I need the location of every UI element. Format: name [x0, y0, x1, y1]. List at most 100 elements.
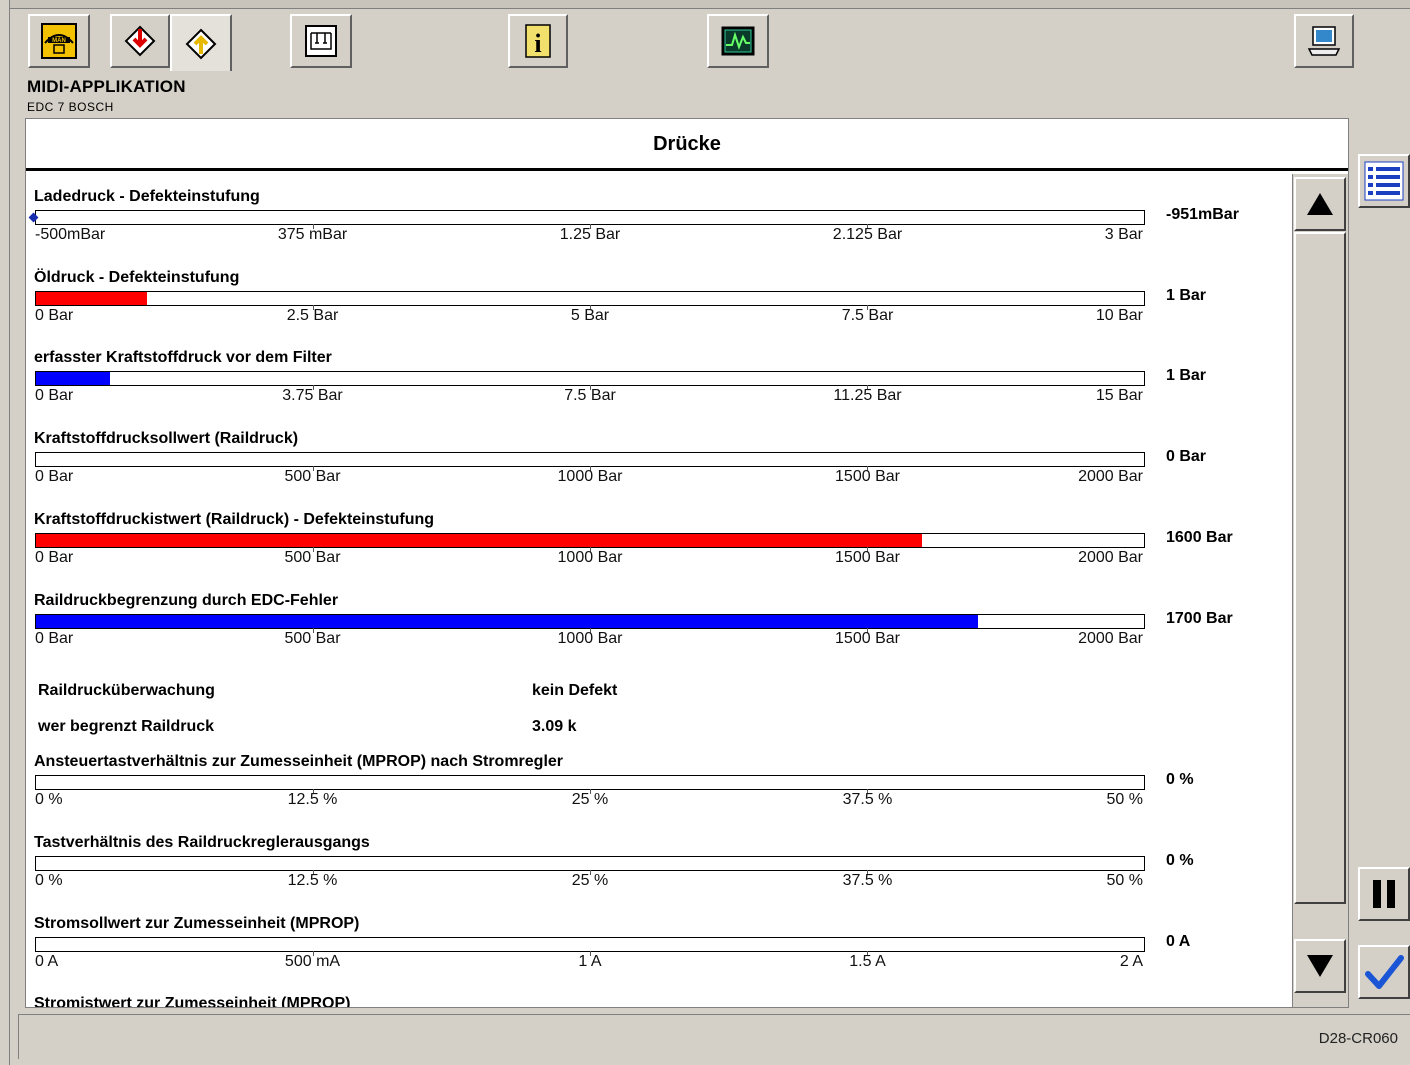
- tick-label: 50 %: [1106, 791, 1143, 809]
- tick-labels: 0 Bar 3.75 Bar 7.5 Bar 11.25 Bar 15 Bar: [35, 387, 1145, 407]
- tick-labels: 0 Bar 500 Bar 1000 Bar 1500 Bar 2000 Bar: [35, 468, 1145, 488]
- tick-label: 1 A: [578, 952, 602, 970]
- laptop-icon: [1306, 23, 1342, 59]
- measurement-bar-fill: [36, 614, 978, 628]
- toolbar-diagram-button[interactable]: [290, 14, 352, 68]
- measurement-value: 1700 Bar: [1166, 609, 1233, 627]
- tick-label: 1500 Bar: [835, 629, 900, 647]
- measurement-label: Kraftstoffdrucksollwert (Raildruck): [34, 430, 299, 448]
- measurement-bar: [35, 452, 1145, 472]
- tick-label: 37.5 %: [842, 871, 893, 889]
- scroll-thumb[interactable]: [1294, 232, 1346, 904]
- measurement-label: Kraftstoffdruckistwert (Raildruck) - Def…: [34, 510, 435, 528]
- toolbar-upload-button[interactable]: [170, 14, 232, 71]
- tick-label: 500 Bar: [284, 468, 341, 486]
- measurement-label: erfasster Kraftstoffdruck vor dem Filter: [34, 349, 332, 367]
- toolbar-home-button[interactable]: MAN: [28, 14, 90, 68]
- measurement-list[interactable]: Ladedruck - Defekteinstufung -500mBar 375 …: [26, 174, 1291, 1007]
- tick-label: 2000 Bar: [1078, 629, 1143, 647]
- measurement-value: 1600 Bar: [1166, 528, 1233, 546]
- wiring-diagram-icon: [303, 23, 339, 59]
- tick-label: 0 Bar: [35, 387, 74, 405]
- measurement-label: Ansteuertastverhältnis zur Zumesseinheit…: [34, 753, 564, 771]
- tick-label: -500mBar: [35, 226, 106, 243]
- window-top-frame: [0, 0, 1410, 9]
- measurement-bar: [35, 290, 1145, 310]
- upload-from-vehicle-icon: [183, 26, 219, 62]
- tick-label: 15 Bar: [1095, 387, 1143, 405]
- main-panel: Drücke Ladedruck - Defekteinstufung -500m…: [25, 118, 1349, 1008]
- tick-label: 12.5 %: [287, 871, 338, 889]
- toolbar-laptop-button[interactable]: [1294, 14, 1354, 68]
- tick-label: 1.25 Bar: [559, 226, 621, 243]
- tick-label: 0 Bar: [35, 306, 74, 324]
- tick-label: 12.5 %: [287, 791, 338, 809]
- measurement-bar: [35, 613, 1145, 633]
- download-to-vehicle-icon: [122, 23, 158, 59]
- tick-label: 0 %: [35, 791, 63, 809]
- kv-row: Raildrucküberwachung kein Defekt: [26, 682, 1291, 708]
- measurement-bar: [35, 855, 1145, 875]
- tick-label: 25 %: [571, 871, 609, 889]
- tick-label: 0 Bar: [35, 468, 74, 486]
- scroll-up-button[interactable]: [1294, 177, 1346, 231]
- tick-label: 3.75 Bar: [282, 387, 343, 405]
- app-subtitle: EDC 7 BOSCH: [27, 100, 114, 114]
- tick-label: 1500 Bar: [835, 468, 900, 486]
- measurement-label: Stromsollwert zur Zumesseinheit (MPROP): [34, 914, 360, 932]
- status-bar: D28-CR060: [18, 1014, 1410, 1059]
- tick-labels: 0 A 500 mA 1 A 1.5 A 2 A: [35, 953, 1145, 973]
- pause-icon: [1373, 880, 1395, 908]
- tick-label: 2000 Bar: [1078, 468, 1143, 486]
- tick-labels: 0 Bar 500 Bar 1000 Bar 1500 Bar 2000 Bar: [35, 549, 1145, 569]
- measurement-value: 1 Bar: [1166, 367, 1207, 385]
- kv-label: wer begrenzt Raildruck: [38, 718, 215, 736]
- svg-text:i: i: [534, 29, 541, 58]
- measurement-bar: [35, 371, 1145, 391]
- kv-value: kein Defekt: [532, 682, 618, 700]
- kv-label: Raildrucküberwachung: [38, 682, 215, 700]
- toolbar-download-button[interactable]: [110, 14, 170, 68]
- measurement-value: -951mBar: [1166, 206, 1239, 223]
- tick-label: 7.5 Bar: [841, 306, 894, 324]
- tick-label: 3 Bar: [1104, 226, 1143, 243]
- tick-label: 1000 Bar: [557, 468, 623, 486]
- scroll-down-button[interactable]: [1294, 939, 1346, 993]
- tick-label: 2.5 Bar: [286, 306, 339, 324]
- oscilloscope-icon: [720, 23, 756, 59]
- list-view-icon: [1364, 161, 1404, 201]
- kv-value: 3.09 k: [532, 718, 577, 736]
- panel-title: Drücke: [26, 119, 1348, 171]
- value-marker: [28, 212, 39, 223]
- toolbar-scope-button[interactable]: [707, 14, 769, 68]
- tick-label: 375 mBar: [277, 226, 348, 243]
- pause-button[interactable]: [1358, 867, 1410, 921]
- tick-label: 25 %: [571, 791, 609, 809]
- tick-label: 10 Bar: [1095, 306, 1143, 324]
- measurement-bar-fill: [36, 533, 923, 547]
- tick-label: 0 A: [35, 952, 59, 970]
- tick-label: 1000 Bar: [557, 629, 623, 647]
- list-view-button[interactable]: [1358, 154, 1410, 208]
- info-icon: i: [520, 23, 556, 59]
- tick-label: 7.5 Bar: [564, 387, 616, 405]
- measurement-bar: [35, 936, 1145, 956]
- arrow-down-icon: [1307, 955, 1333, 977]
- tick-label: 1.5 A: [849, 952, 886, 970]
- measurement-bar: [35, 532, 1145, 552]
- measurement-bar: [28, 210, 1145, 229]
- tick-labels: 0 % 12.5 % 25 % 37.5 % 50 %: [35, 791, 1145, 811]
- toolbar-info-button[interactable]: i: [508, 14, 568, 68]
- tick-labels: -500mBar 375 mBar 1.25 Bar 2.125 Bar 3 Bar: [35, 226, 1145, 246]
- confirm-button[interactable]: [1358, 945, 1410, 999]
- tick-label: 2000 Bar: [1078, 548, 1143, 566]
- tick-label: 1500 Bar: [835, 548, 900, 566]
- tick-label: 2.125 Bar: [832, 226, 903, 243]
- measurement-value: 0 Bar: [1166, 448, 1207, 466]
- scrollbar[interactable]: [1292, 174, 1348, 1007]
- kv-row: wer begrenzt Raildruck 3.09 k: [26, 718, 1291, 744]
- measurement-label: Stromistwert zur Zumesseinheit (MPROP): [34, 995, 351, 1007]
- window-left-frame: [0, 0, 10, 1065]
- tick-label: 0 Bar: [35, 548, 74, 566]
- measurement-label: Ladedruck - Defekteinstufung: [34, 188, 260, 205]
